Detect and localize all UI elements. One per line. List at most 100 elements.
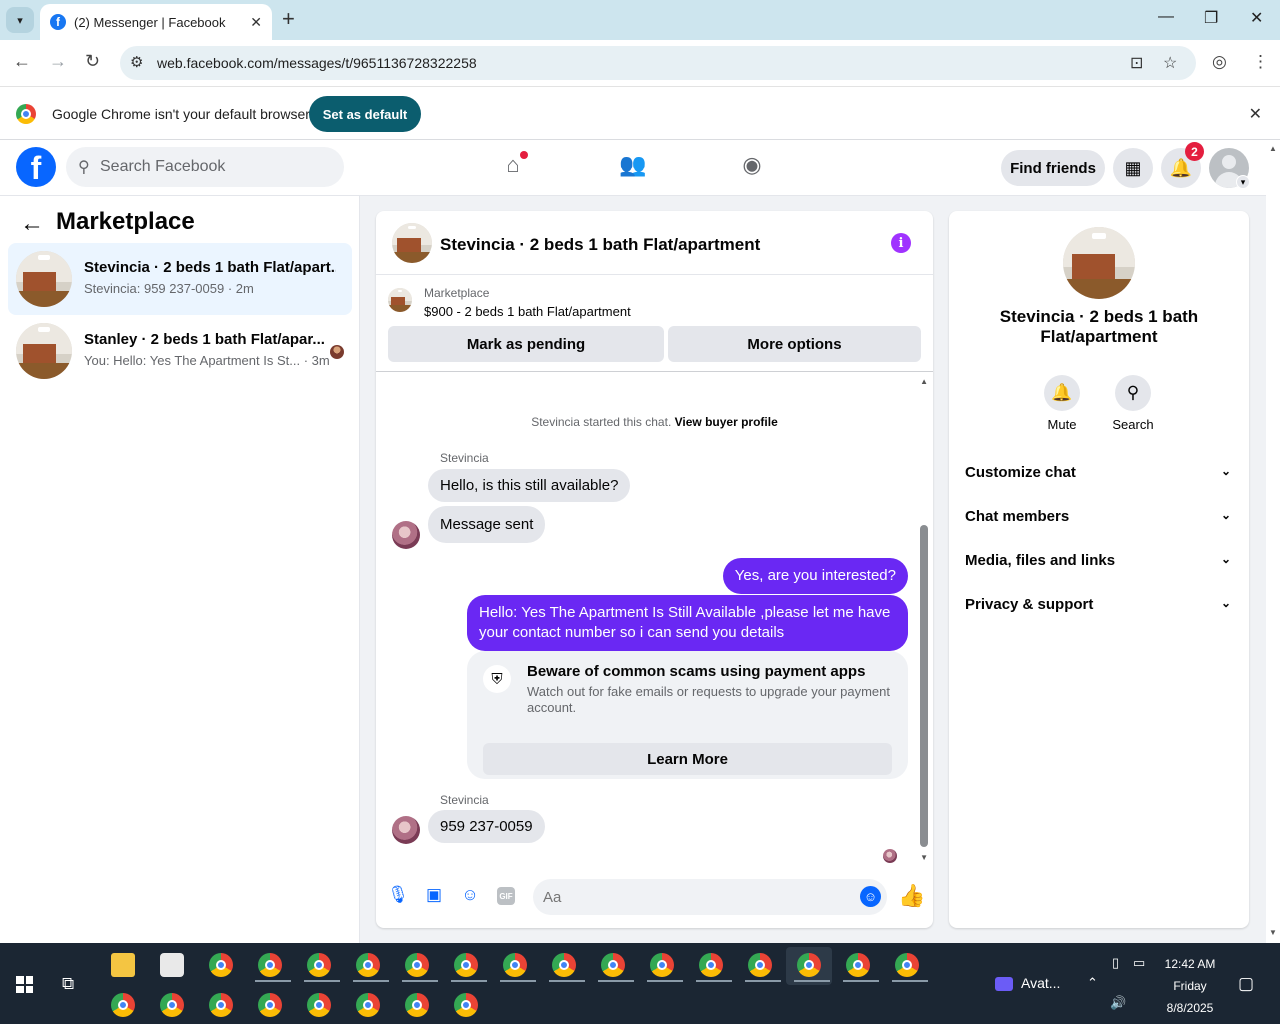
network-icon[interactable]: ▭ [1133, 955, 1145, 971]
facebook-logo[interactable]: f [16, 147, 56, 187]
install-app-icon[interactable]: ⊡ [1130, 53, 1143, 73]
conversation-item[interactable]: Stevincia · 2 beds 1 bath Flat/apart... … [8, 243, 352, 315]
chrome-profile-icon[interactable] [552, 953, 576, 977]
menu-dots-icon[interactable]: ⋮ [1252, 52, 1269, 72]
windows-start-icon[interactable] [16, 976, 33, 993]
browser-tab[interactable]: f (2) Messenger | Facebook ✕ [40, 4, 272, 40]
tab-search-dropdown[interactable]: ▾ [6, 7, 34, 33]
thumbs-up-icon[interactable]: 👍 [898, 883, 925, 909]
media-files-links-row[interactable]: Media, files and links ⌄ [965, 552, 1233, 576]
outgoing-message[interactable]: Yes, are you interested? [722, 558, 908, 594]
listing-price[interactable]: $900 - 2 beds 1 bath Flat/apartment [424, 304, 631, 319]
more-options-button[interactable]: More options [668, 326, 921, 362]
page-scroll-down-icon[interactable]: ▼ [1269, 928, 1277, 937]
info-icon[interactable]: i [891, 233, 911, 253]
microphone-icon[interactable]: 🎙 [387, 885, 409, 905]
scroll-up-arrow-icon[interactable]: ▲ [920, 377, 928, 386]
incoming-message[interactable]: Message sent [428, 506, 546, 543]
tray-app-button[interactable]: Avat... [995, 975, 1060, 992]
chat-title[interactable]: Stevincia · 2 beds 1 bath Flat/apartment [440, 235, 760, 255]
task-view-icon[interactable]: ⧉ [62, 974, 74, 994]
infobar-close-icon[interactable]: ✕ [1249, 104, 1262, 124]
listing-mini-thumbnail[interactable] [388, 288, 412, 312]
chrome-profile-icon[interactable] [650, 953, 674, 977]
emoji-icon[interactable]: ☺ [860, 886, 881, 907]
message-input[interactable] [533, 879, 887, 915]
address-bar[interactable]: ⚙ web.facebook.com/messages/t/9651136728… [120, 46, 1196, 80]
chrome-profile-icon[interactable] [454, 993, 478, 1017]
paint-app-icon[interactable] [160, 953, 184, 977]
chrome-icon[interactable] [209, 953, 233, 977]
tab-close-icon[interactable]: ✕ [250, 14, 262, 31]
system-clock[interactable]: 12:42 AM Friday 8/8/2025 [1150, 953, 1230, 1019]
chrome-profile-icon[interactable] [209, 993, 233, 1017]
gif-icon[interactable]: GIF [497, 887, 515, 905]
outgoing-message[interactable]: Hello: Yes The Apartment Is Still Availa… [467, 595, 908, 651]
details-thumbnail[interactable] [1063, 227, 1135, 299]
groups-icon[interactable]: ◉ [737, 152, 767, 182]
incoming-message[interactable]: 959 237-0059 [428, 810, 545, 843]
chrome-profile-icon[interactable] [797, 953, 821, 977]
set-as-default-button[interactable]: Set as default [309, 96, 421, 132]
chevron-up-icon[interactable]: ⌃ [1087, 975, 1098, 991]
minimize-button[interactable]: — [1158, 8, 1174, 26]
chrome-profile-icon[interactable] [258, 953, 282, 977]
page-scroll-up-icon[interactable]: ▲ [1269, 144, 1277, 153]
chrome-profile-icon[interactable] [356, 993, 380, 1017]
url-text[interactable]: web.facebook.com/messages/t/965113672832… [157, 55, 477, 71]
chrome-profile-icon[interactable] [307, 953, 331, 977]
chrome-profile-icon[interactable] [601, 953, 625, 977]
volume-icon[interactable]: 🔊 [1110, 995, 1126, 1011]
chrome-profile-icon[interactable] [454, 953, 478, 977]
site-info-icon[interactable]: ⚙ [130, 53, 143, 71]
find-friends-button[interactable]: Find friends [1001, 150, 1105, 186]
chrome-profile-icon[interactable] [846, 953, 870, 977]
battery-icon[interactable]: ▯ [1112, 955, 1119, 971]
sender-avatar[interactable] [392, 816, 420, 844]
bookmark-star-icon[interactable]: ☆ [1163, 53, 1177, 73]
menu-grid-icon[interactable]: ▦ [1113, 148, 1153, 188]
photo-icon[interactable]: ▣ [424, 885, 444, 905]
conversation-item[interactable]: Stanley · 2 beds 1 bath Flat/apar... You… [8, 315, 352, 387]
search-facebook-input[interactable]: ⚲ Search Facebook [66, 147, 344, 187]
chat-members-row[interactable]: Chat members ⌄ [965, 508, 1233, 532]
chrome-profile-icon[interactable] [503, 953, 527, 977]
view-buyer-profile-link[interactable]: View buyer profile [675, 415, 778, 429]
privacy-support-row[interactable]: Privacy & support ⌄ [965, 596, 1233, 620]
close-window-button[interactable]: ✕ [1250, 8, 1263, 28]
scroll-down-arrow-icon[interactable]: ▼ [920, 853, 928, 862]
chrome-profile-icon[interactable] [748, 953, 772, 977]
sender-avatar[interactable] [392, 521, 420, 549]
chrome-profile-icon[interactable] [699, 953, 723, 977]
restore-button[interactable]: ❐ [1204, 8, 1218, 28]
mark-as-pending-button[interactable]: Mark as pending [388, 326, 664, 362]
notification-center-icon[interactable]: ▢ [1238, 974, 1254, 994]
chrome-profile-icon[interactable] [160, 993, 184, 1017]
friends-icon[interactable]: 👥 [618, 152, 648, 182]
chrome-profile-icon[interactable] [895, 953, 919, 977]
account-chevron-down-icon[interactable]: ▾ [1236, 175, 1250, 189]
new-tab-button[interactable]: + [282, 8, 295, 30]
customize-chat-row[interactable]: Customize chat ⌄ [965, 464, 1233, 488]
back-button[interactable]: ← [13, 51, 31, 72]
page-scrollbar[interactable]: ▲ ▼ [1266, 140, 1280, 943]
mute-button[interactable]: 🔔 Mute [1032, 375, 1092, 432]
reload-button[interactable]: ↻ [85, 51, 100, 72]
chat-thumbnail[interactable] [392, 223, 432, 263]
chrome-profile-icon[interactable] [307, 993, 331, 1017]
chrome-profile-icon[interactable] [405, 993, 429, 1017]
home-icon[interactable]: ⌂ [498, 151, 528, 182]
sticker-icon[interactable]: ☺ [460, 885, 480, 905]
scrollbar-thumb[interactable] [920, 525, 928, 847]
notifications-bell-icon[interactable]: 🔔 2 [1161, 142, 1204, 188]
file-explorer-icon[interactable] [111, 953, 135, 977]
chrome-profile-icon[interactable] [405, 953, 429, 977]
search-chat-button[interactable]: ⚲ Search [1103, 375, 1163, 432]
chrome-profile-icon[interactable] [111, 993, 135, 1017]
incoming-message[interactable]: Hello, is this still available? [428, 469, 631, 502]
forward-button[interactable]: → [49, 51, 67, 72]
back-arrow-icon[interactable]: ← [20, 210, 44, 238]
chrome-profile-icon[interactable] [258, 993, 282, 1017]
chrome-profile-icon[interactable] [356, 953, 380, 977]
learn-more-button[interactable]: Learn More [483, 743, 892, 775]
